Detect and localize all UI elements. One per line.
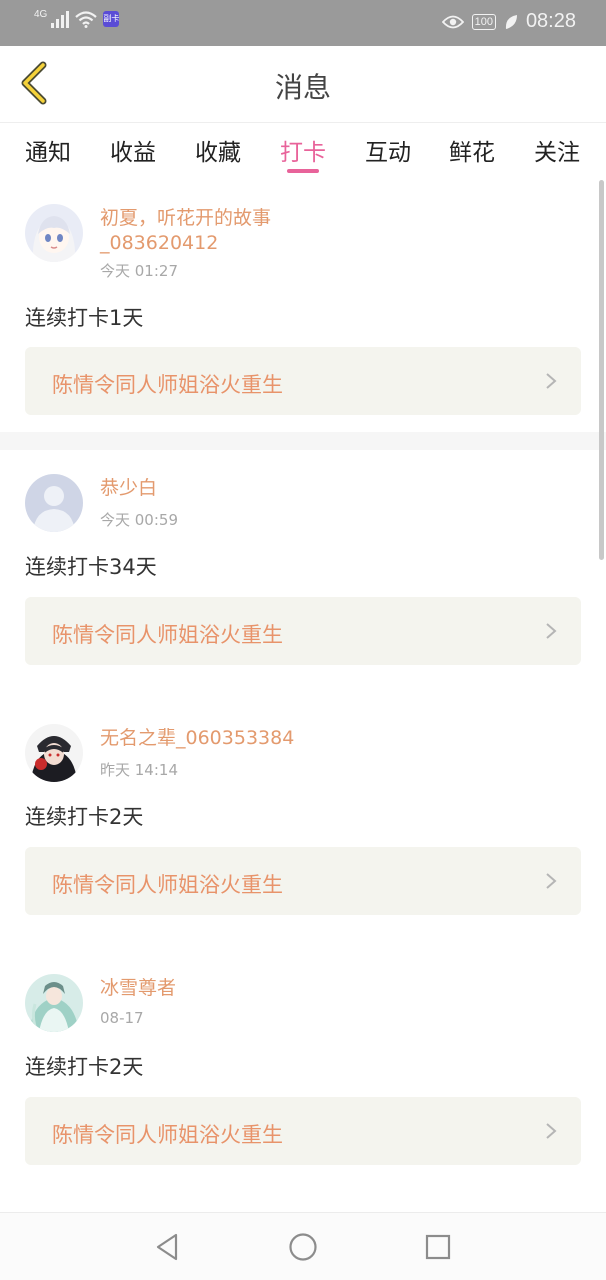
default-avatar-icon <box>25 474 83 532</box>
eye-icon <box>441 15 464 28</box>
username-line: 初夏，听花开的故事 <box>100 207 272 229</box>
tab-flowers[interactable]: 鲜花 <box>432 133 512 173</box>
dark-character-avatar-icon <box>25 724 83 782</box>
checkin-card <box>0 1200 606 1212</box>
checkin-time: 今天 01:27 <box>100 262 178 280</box>
chevron-right-icon <box>546 623 557 639</box>
tab-bar: 通知 收益 收藏 打卡 互动 鲜花 关注 <box>0 122 606 180</box>
book-title: 陈情令同人师姐浴火重生 <box>52 873 283 897</box>
scrollbar[interactable] <box>599 180 604 560</box>
app-header: 消息 <box>0 46 606 122</box>
chevron-right-icon <box>546 1123 557 1139</box>
ancient-costume-avatar-icon <box>25 974 83 1032</box>
checkin-card: 恭少白 今天 00:59 连续打卡34天 陈情令同人师姐浴火重生 <box>0 450 606 702</box>
tab-label: 互动 <box>365 140 411 166</box>
checkin-card: 初夏，听花开的故事 _083620412 今天 01:27 连续打卡1天 陈情令… <box>0 180 606 432</box>
username[interactable]: 初夏，听花开的故事 _083620412 <box>100 206 350 256</box>
username[interactable]: 冰雪尊者 <box>100 976 350 1001</box>
tab-favorites[interactable]: 收藏 <box>178 133 258 173</box>
chibi-girl-avatar-icon <box>25 204 83 262</box>
book-link[interactable]: 陈情令同人师姐浴火重生 <box>25 597 581 665</box>
tab-label: 关注 <box>534 140 580 166</box>
wifi-icon <box>75 11 98 28</box>
battery-icon: 100 <box>471 13 496 30</box>
user-avatar[interactable] <box>25 974 83 1032</box>
username-line: _083620412 <box>100 232 219 254</box>
tab-label: 通知 <box>25 140 71 166</box>
username-line: 无名之辈_060353384 <box>100 727 295 749</box>
user-avatar[interactable] <box>25 724 83 782</box>
book-title: 陈情令同人师姐浴火重生 <box>52 373 283 397</box>
book-link[interactable]: 陈情令同人师姐浴火重生 <box>25 347 581 415</box>
recents-square-icon[interactable] <box>422 1231 454 1263</box>
checkin-card: 无名之辈_060353384 昨天 14:14 连续打卡2天 陈情令同人师姐浴火… <box>0 700 606 952</box>
checkin-time: 昨天 14:14 <box>100 761 178 779</box>
page-title: 消息 <box>274 71 331 104</box>
book-title: 陈情令同人师姐浴火重生 <box>52 1123 283 1147</box>
user-avatar[interactable] <box>25 204 83 262</box>
chevron-right-icon <box>546 873 557 889</box>
tab-earnings[interactable]: 收益 <box>93 133 173 173</box>
checkin-time: 08-17 <box>100 1009 144 1027</box>
status-left: 4G 副卡 <box>34 9 120 28</box>
checkin-card: 冰雪尊者 08-17 连续打卡2天 陈情令同人师姐浴火重生 <box>0 950 606 1202</box>
network-type: 4G <box>34 9 48 20</box>
chevron-right-icon <box>546 373 557 389</box>
book-title: 陈情令同人师姐浴火重生 <box>52 623 283 647</box>
username-line: 恭少白 <box>100 477 158 499</box>
tab-label: 鲜花 <box>449 140 495 166</box>
tab-notifications[interactable]: 通知 <box>8 133 88 173</box>
tab-follows[interactable]: 关注 <box>517 133 597 173</box>
system-nav-bar <box>0 1212 606 1280</box>
status-right: 100 08:28 <box>441 10 576 33</box>
checkin-text: 连续打卡1天 <box>25 306 144 330</box>
checkin-text: 连续打卡2天 <box>25 1055 144 1079</box>
tab-label: 收益 <box>110 140 156 166</box>
status-bar: 4G 副卡 100 08:28 <box>0 0 606 46</box>
username-line: 冰雪尊者 <box>100 977 177 999</box>
leaf-icon <box>505 14 517 29</box>
status-time: 08:28 <box>525 10 576 32</box>
user-avatar[interactable] <box>25 474 83 532</box>
username[interactable]: 无名之辈_060353384 <box>100 726 350 751</box>
checkin-text: 连续打卡34天 <box>25 555 157 579</box>
tab-interactions[interactable]: 互动 <box>348 133 428 173</box>
checkin-time: 今天 00:59 <box>100 511 178 529</box>
book-link[interactable]: 陈情令同人师姐浴火重生 <box>25 847 581 915</box>
username[interactable]: 恭少白 <box>100 476 350 501</box>
tab-checkin[interactable]: 打卡 <box>263 133 343 173</box>
signal-icon <box>51 10 70 28</box>
sim-badge: 副卡 <box>103 11 120 27</box>
tab-label: 打卡 <box>280 140 326 166</box>
back-triangle-icon[interactable] <box>152 1231 184 1263</box>
book-link[interactable]: 陈情令同人师姐浴火重生 <box>25 1097 581 1165</box>
tab-label: 收藏 <box>195 140 241 166</box>
tab-indicator <box>287 169 319 173</box>
checkin-text: 连续打卡2天 <box>25 805 144 829</box>
home-circle-icon[interactable] <box>287 1231 319 1263</box>
